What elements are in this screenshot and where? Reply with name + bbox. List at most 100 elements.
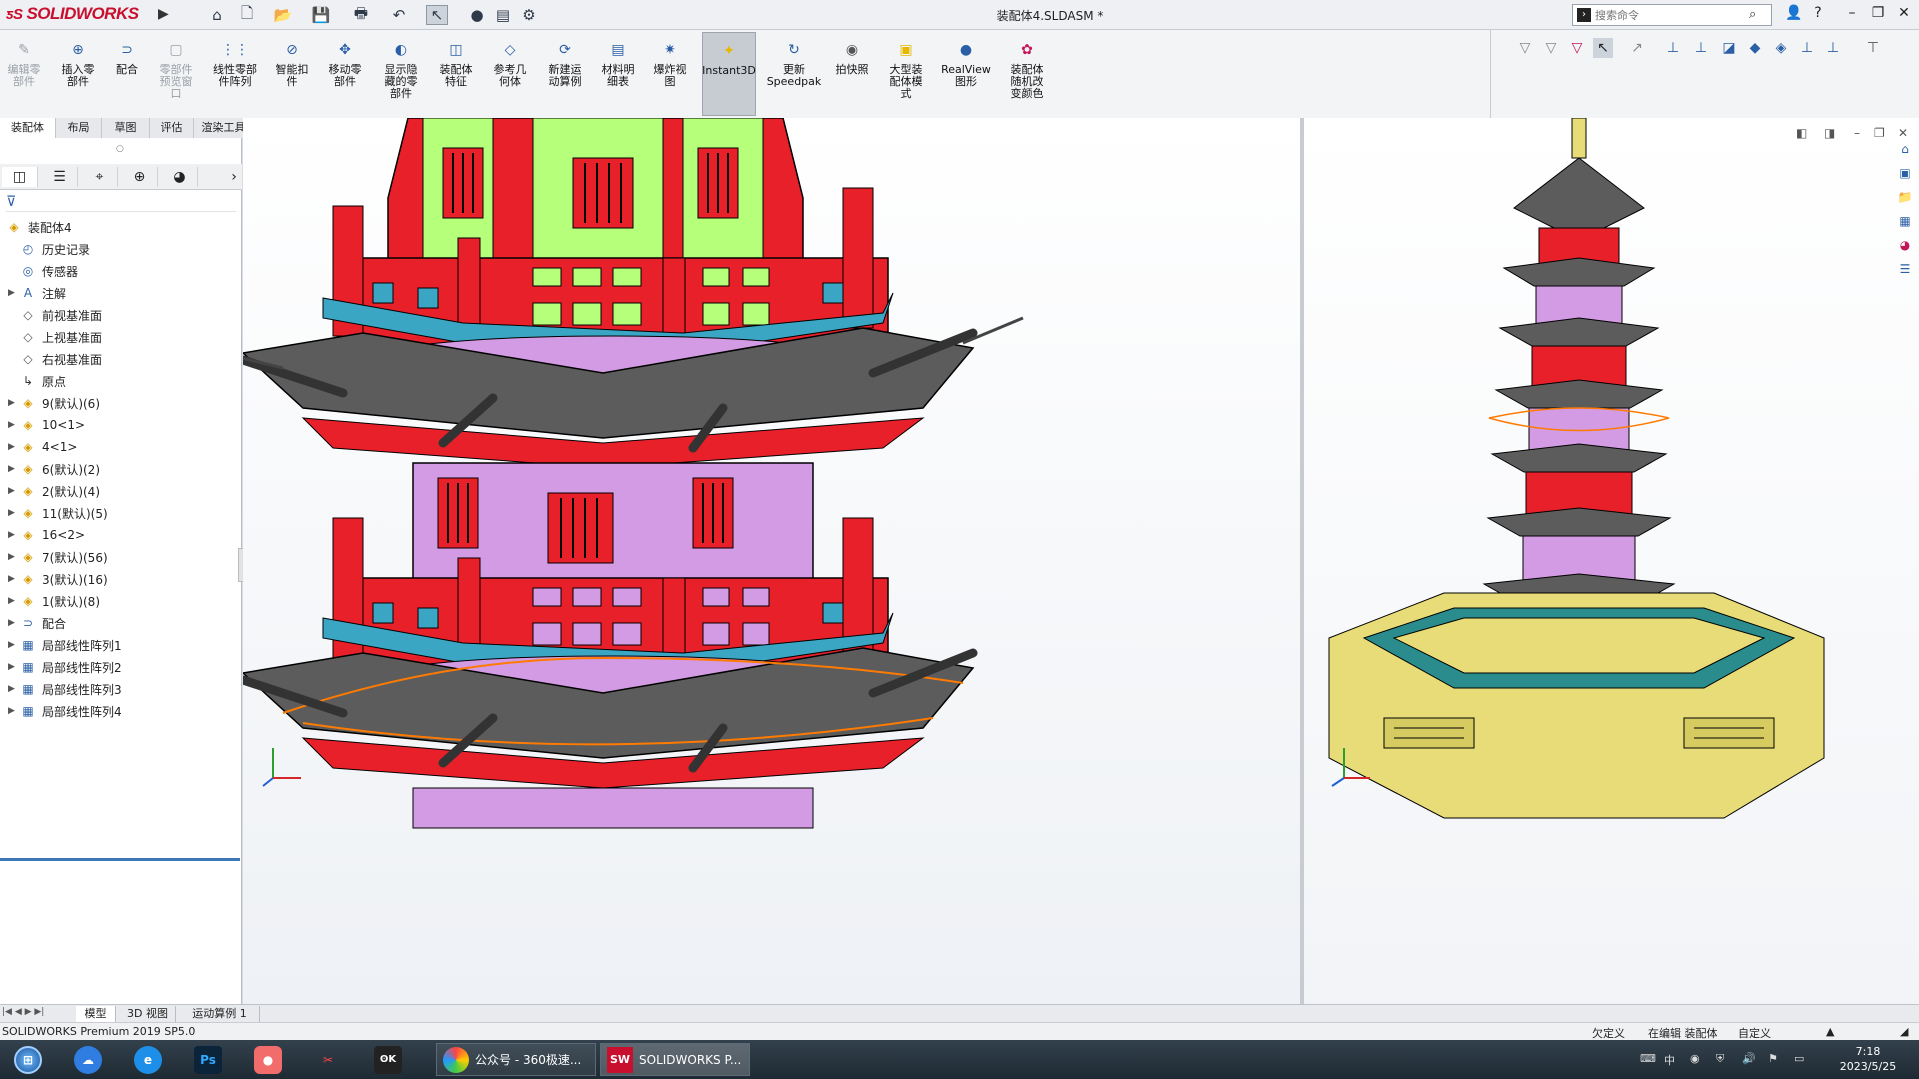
- viewport-tile-icon[interactable]: ◧: [1796, 126, 1807, 140]
- user-icon[interactable]: 👤: [1782, 5, 1806, 25]
- tab-1[interactable]: 布局: [56, 118, 102, 138]
- tree-item[interactable]: ▶ ▦ 局部线性阵列4: [0, 700, 240, 722]
- tree-item[interactable]: ◇ 右视基准面: [0, 348, 240, 370]
- ribbon-button[interactable]: ⊘ 智能扣 件: [272, 32, 312, 116]
- measure-icon[interactable]: ⊥: [1663, 38, 1683, 58]
- pin-icon[interactable]: ⊤: [1863, 38, 1883, 58]
- tree-item[interactable]: ◴ 历史记录: [0, 238, 240, 260]
- rebuild-icon[interactable]: ●: [466, 5, 488, 25]
- view-palette-icon[interactable]: ▦: [1894, 214, 1916, 234]
- status-arrow-icon[interactable]: ▲: [1826, 1025, 1834, 1038]
- property-manager-tab-icon[interactable]: ☰: [42, 167, 78, 187]
- tray-security-icon[interactable]: ⛨: [1716, 1052, 1732, 1068]
- system-clock[interactable]: 7:18 2023/5/25: [1828, 1044, 1908, 1074]
- status-resize-icon[interactable]: ◢: [1900, 1025, 1908, 1038]
- tree-item[interactable]: ▶ ◈ 10<1>: [0, 414, 240, 436]
- tray-network-icon[interactable]: ◉: [1690, 1052, 1706, 1068]
- feature-tree-tab-icon[interactable]: ◫: [2, 167, 38, 187]
- tree-item[interactable]: ▶ ◈ 1(默认)(8): [0, 590, 240, 612]
- ribbon-button[interactable]: ▤ 材料明 细表: [598, 32, 638, 116]
- tree-expand-icon[interactable]: ▶: [8, 662, 20, 672]
- tree-item[interactable]: ▶ ◈ 4<1>: [0, 436, 240, 458]
- tree-item[interactable]: ▶ ▦ 局部线性阵列1: [0, 634, 240, 656]
- tray-flag-icon[interactable]: ⚑: [1768, 1052, 1784, 1068]
- model-tab[interactable]: 模型: [76, 1006, 116, 1022]
- taskbar-app-photoshop[interactable]: Ps: [182, 1043, 234, 1076]
- tree-expand-icon[interactable]: ▶: [8, 486, 20, 496]
- axis-triad-icon[interactable]: ⊥: [1797, 38, 1817, 58]
- ribbon-button[interactable]: ⊕ 插入零 部件: [56, 32, 100, 116]
- ribbon-button[interactable]: ✷ 爆炸视 图: [648, 32, 692, 116]
- tree-expand-icon[interactable]: ▶: [8, 508, 20, 518]
- tree-item[interactable]: ◇ 前视基准面: [0, 304, 240, 326]
- isometric-icon[interactable]: ◈: [1771, 38, 1791, 58]
- file-properties-icon[interactable]: ▤: [492, 5, 514, 25]
- tree-item[interactable]: ◇ 上视基准面: [0, 326, 240, 348]
- configuration-manager-tab-icon[interactable]: ⌖: [82, 167, 118, 187]
- ribbon-button[interactable]: ◇ 参考几 何体: [488, 32, 532, 116]
- taskbar-app-recorder[interactable]: ●: [242, 1043, 294, 1076]
- ribbon-button[interactable]: ● RealView 图形: [940, 32, 992, 116]
- close-icon[interactable]: ✕: [1892, 5, 1916, 25]
- custom-properties-icon[interactable]: ☰: [1894, 262, 1916, 282]
- tree-item[interactable]: ▶ ◈ 11(默认)(5): [0, 502, 240, 524]
- tab-3[interactable]: 评估: [150, 118, 194, 138]
- command-search[interactable]: › ⌕: [1572, 4, 1772, 26]
- taskbar-app-baidu[interactable]: ☁: [62, 1043, 114, 1076]
- start-button[interactable]: ⊞: [2, 1043, 54, 1076]
- tree-item[interactable]: ▶ A 注解: [0, 282, 240, 304]
- ribbon-button[interactable]: ⋮⋮ 线性零部 件阵列: [208, 32, 262, 116]
- ribbon-button[interactable]: ✿ 装配体 随机改 变颜色: [1002, 32, 1052, 116]
- model-tab[interactable]: 3D 视图: [120, 1006, 176, 1022]
- model-tab[interactable]: 运动算例 1: [180, 1006, 260, 1022]
- tab-2[interactable]: 草图: [102, 118, 150, 138]
- solidworks-logo[interactable]: ƽS SOLIDWORKS: [6, 4, 156, 26]
- tree-item[interactable]: ▶ ◈ 2(默认)(4): [0, 480, 240, 502]
- panel-collapse-handle[interactable]: ○: [116, 144, 124, 154]
- ribbon-button[interactable]: ▣ 大型装 配体模 式: [882, 32, 930, 116]
- tree-expand-icon[interactable]: ▶: [8, 420, 20, 430]
- taskbar-task-solidworks[interactable]: SW SOLIDWORKS P...: [600, 1043, 750, 1076]
- tray-keyboard-icon[interactable]: ⌨: [1640, 1052, 1656, 1068]
- search-input[interactable]: [1595, 6, 1745, 24]
- tree-item[interactable]: ▶ ◈ 16<2>: [0, 524, 240, 546]
- ribbon-button[interactable]: ✎ 编辑零 部件: [2, 32, 46, 116]
- units-custom[interactable]: 自定义: [1738, 1025, 1771, 1041]
- tree-item[interactable]: ▶ ◈ 7(默认)(56): [0, 546, 240, 568]
- tree-expand-icon[interactable]: ▶: [8, 288, 20, 298]
- filter-edges-icon[interactable]: ▽: [1567, 38, 1587, 58]
- tree-item[interactable]: ▶ ▦ 局部线性阵列2: [0, 656, 240, 678]
- tree-item[interactable]: ▶ ◈ 6(默认)(2): [0, 458, 240, 480]
- tab-0[interactable]: 装配体: [0, 118, 56, 138]
- design-library-icon[interactable]: ▣: [1894, 166, 1916, 186]
- dimxpert-tab-icon[interactable]: ⊕: [122, 167, 158, 187]
- tree-expand-icon[interactable]: ▶: [8, 552, 20, 562]
- ribbon-button[interactable]: ⟳ 新建运 动算例: [542, 32, 588, 116]
- select-icon[interactable]: ↖: [426, 5, 448, 25]
- tree-expand-icon[interactable]: ▶: [8, 398, 20, 408]
- graphics-area-left[interactable]: [243, 118, 1301, 1004]
- ribbon-button[interactable]: ✥ 移动零 部件: [322, 32, 368, 116]
- tree-item[interactable]: ↳ 原点: [0, 370, 240, 392]
- save-icon[interactable]: 💾: [310, 5, 332, 25]
- filter-icon[interactable]: ▽: [1515, 38, 1535, 58]
- tree-expand-icon[interactable]: ▶: [8, 442, 20, 452]
- ribbon-button[interactable]: ▢ 零部件 预览窗 口: [154, 32, 198, 116]
- taskbar-app-ie[interactable]: e: [122, 1043, 174, 1076]
- ribbon-button[interactable]: ✦ Instant3D: [702, 32, 756, 116]
- select-other-icon[interactable]: ↗: [1627, 38, 1647, 58]
- axis-icon[interactable]: ⊥: [1691, 38, 1711, 58]
- tray-ime-icon[interactable]: 中: [1664, 1052, 1680, 1068]
- resources-home-icon[interactable]: ⌂: [1894, 142, 1916, 162]
- appearances-icon[interactable]: ◕: [1894, 238, 1916, 258]
- tree-expand-icon[interactable]: ▶: [8, 618, 20, 628]
- tree-expand-icon[interactable]: ▶: [8, 464, 20, 474]
- viewport-split-icon[interactable]: ◨: [1824, 126, 1835, 140]
- tree-expand-icon[interactable]: ▶: [8, 684, 20, 694]
- display-manager-tab-icon[interactable]: ◕: [162, 167, 198, 187]
- tree-expand-icon[interactable]: ▶: [8, 706, 20, 716]
- tree-root[interactable]: ◈ 装配体4: [0, 216, 240, 238]
- new-document-icon[interactable]: 🗋: [236, 4, 258, 25]
- taskbar-app-snip[interactable]: ✂: [302, 1043, 354, 1076]
- taskbar-app-obs[interactable]: ʘK: [362, 1043, 414, 1076]
